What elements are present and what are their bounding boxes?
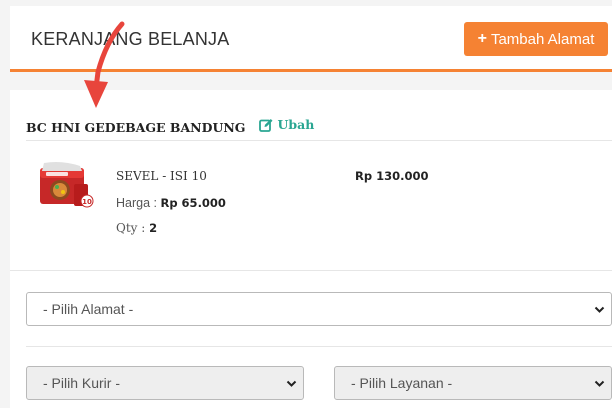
plus-icon: + <box>477 30 487 47</box>
store-name: BC HNI GEDEBAGE BANDUNG <box>26 119 246 135</box>
cart-body: BC HNI GEDEBAGE BANDUNG Ubah 10 SEVEL - … <box>10 90 612 408</box>
chevron-down-icon <box>594 380 605 387</box>
edit-store-link[interactable]: Ubah <box>259 117 314 132</box>
edit-icon <box>259 118 273 132</box>
qty-line: Qty : 2 <box>116 221 157 235</box>
chevron-down-icon <box>286 380 297 387</box>
edit-label: Ubah <box>277 117 315 132</box>
courier-select-value: - Pilih Kurir - <box>43 375 121 391</box>
service-select-value: - Pilih Layanan - <box>351 375 453 391</box>
price-line: Harga : Rp 65.000 <box>116 196 226 210</box>
price-label: Harga : <box>116 196 161 210</box>
thumbnail-badge: 10 <box>82 198 92 206</box>
divider <box>10 270 612 271</box>
cart-header: KERANJANG BELANJA + Tambah Alamat <box>10 6 612 72</box>
item-subtotal: Rp 130.000 <box>355 169 429 183</box>
address-select-value: - Pilih Alamat - <box>43 301 134 317</box>
courier-select[interactable]: - Pilih Kurir - <box>26 366 304 400</box>
add-address-label: Tambah Alamat <box>490 30 595 48</box>
qty-label: Qty : <box>116 221 150 235</box>
service-select[interactable]: - Pilih Layanan - <box>334 366 612 400</box>
divider <box>26 140 612 141</box>
page-title: KERANJANG BELANJA <box>31 29 230 49</box>
product-image: 10 <box>40 162 94 208</box>
divider <box>26 346 612 347</box>
qty-value: 2 <box>149 221 158 235</box>
store-row: BC HNI GEDEBAGE BANDUNG Ubah <box>26 117 314 135</box>
address-select[interactable]: - Pilih Alamat - <box>26 292 612 326</box>
price-value: Rp 65.000 <box>160 196 226 210</box>
product-name: SEVEL - ISI 10 <box>116 169 207 183</box>
chevron-down-icon <box>594 306 605 313</box>
add-address-button[interactable]: + Tambah Alamat <box>464 22 608 56</box>
